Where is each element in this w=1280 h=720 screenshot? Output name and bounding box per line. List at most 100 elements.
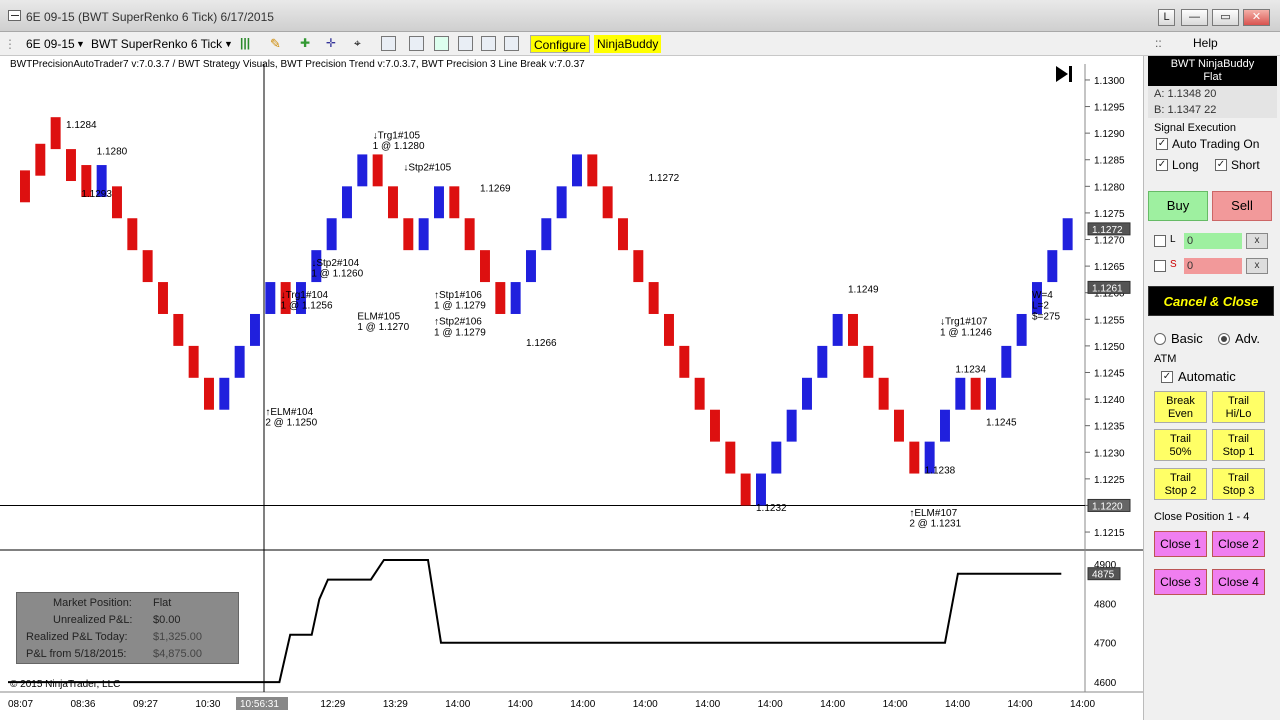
break-even-line1: Break <box>1166 395 1195 407</box>
price-axis-label: 1.1280 <box>1094 182 1125 193</box>
ask-quote: A: 1.1348 20 <box>1148 86 1277 102</box>
draw-pencil-icon[interactable]: ✎ <box>270 36 285 51</box>
unrealized-pnl-label: Unrealized P&L: <box>53 614 133 626</box>
renko-down-bar <box>173 313 184 346</box>
signal-label: ↓Stp2#104 <box>311 258 359 269</box>
title-bar[interactable]: 6E 09-15 (BWT SuperRenko 6 Tick) 6/17/20… <box>0 0 1280 32</box>
renko-up-bar <box>955 377 966 410</box>
signal-label: 1 @ 1.1279 <box>434 301 486 312</box>
basic-radio[interactable] <box>1154 333 1166 345</box>
ninjabuddy-panel: BWT NinjaBuddy Flat A: 1.1348 20 B: 1.13… <box>1143 56 1280 720</box>
short-qty-clear-button[interactable]: x <box>1246 258 1268 274</box>
signal-label: 1.1234 <box>955 364 986 375</box>
snapshot-icon[interactable] <box>381 36 396 51</box>
automatic-checkbox[interactable]: ✓ <box>1161 371 1173 383</box>
strategies-icon[interactable] <box>434 36 449 51</box>
renko-down-bar <box>602 186 613 219</box>
renko-up-bar <box>940 409 950 442</box>
price-axis-label: 1.1230 <box>1094 448 1125 459</box>
configure-button[interactable]: Configure <box>530 35 591 53</box>
bar-type-dropdown-icon[interactable]: ▼ <box>224 36 233 52</box>
help-menu[interactable]: Help <box>1193 36 1218 50</box>
pnl-axis-label: 4700 <box>1094 639 1117 650</box>
signal-label: 1.1249 <box>848 285 879 296</box>
close-4-button[interactable]: Close 4 <box>1212 569 1265 595</box>
time-axis-label: 09:27 <box>133 699 158 710</box>
renko-down-bar <box>863 345 874 378</box>
long-qty-clear-button[interactable]: x <box>1246 233 1268 249</box>
templates-icon[interactable] <box>458 36 473 51</box>
trail-stop2-line1: Trail <box>1170 472 1191 484</box>
zoom-icon[interactable]: ✛ <box>326 36 341 51</box>
trail-stop1-line2: Stop 1 <box>1222 446 1255 458</box>
instrument-dropdown-icon[interactable]: ▼ <box>76 36 85 52</box>
bar-style-icon[interactable]: ||| <box>240 36 255 51</box>
signal-label: ↑ELM#107 <box>909 508 957 519</box>
price-axis-label: 1.1250 <box>1094 342 1125 353</box>
signal-label: 1 @ 1.1280 <box>373 141 425 152</box>
long-label: Long <box>1172 158 1199 172</box>
instrument-selector[interactable]: 6E 09-15 <box>26 36 75 52</box>
close-position-label: Close Position 1 - 4 <box>1154 511 1250 523</box>
renko-up-bar <box>250 313 260 346</box>
crosshair-icon[interactable]: ⌖ <box>354 36 369 51</box>
short-qty-field[interactable]: 0 <box>1184 258 1242 274</box>
renko-down-bar <box>648 282 659 314</box>
trail-stop1-button[interactable]: Trail Stop 1 <box>1212 429 1265 461</box>
trail-50-line2: 50% <box>1169 446 1192 458</box>
renko-down-bar <box>372 154 383 187</box>
short-qty-checkbox[interactable] <box>1154 260 1166 272</box>
bar-type-selector[interactable]: BWT SuperRenko 6 Tick <box>91 36 222 52</box>
long-checkbox[interactable]: ✓ <box>1156 159 1168 171</box>
properties-icon[interactable] <box>481 36 496 51</box>
cancel-and-close-button[interactable]: Cancel & Close <box>1148 286 1274 316</box>
close-2-button[interactable]: Close 2 <box>1212 531 1265 557</box>
close-1-button[interactable]: Close 1 <box>1154 531 1207 557</box>
data-box-icon[interactable] <box>504 36 519 51</box>
renko-down-bar <box>495 282 506 314</box>
minimize-button[interactable]: — <box>1181 9 1208 26</box>
trail-stop3-line1: Trail <box>1228 472 1249 484</box>
renko-up-bar <box>265 282 276 314</box>
long-qty-checkbox[interactable] <box>1154 235 1166 247</box>
price-axis-label: 1.1270 <box>1094 236 1125 247</box>
close-window-button[interactable]: ✕ <box>1243 9 1270 26</box>
indicators-icon[interactable] <box>409 36 424 51</box>
renko-up-bar <box>541 218 552 251</box>
crosshair-plus-icon[interactable]: ✚ <box>300 36 315 51</box>
price-axis-label: 1.1285 <box>1094 156 1125 167</box>
link-button[interactable]: L <box>1158 9 1175 26</box>
maximize-button[interactable]: ▭ <box>1212 9 1239 26</box>
renko-up-bar <box>434 186 444 219</box>
sell-button[interactable]: Sell <box>1212 191 1272 221</box>
trail-stop2-line2: Stop 2 <box>1164 485 1197 497</box>
price-axis-label: 1.1290 <box>1094 129 1125 140</box>
long-qty-field[interactable]: 0 <box>1184 233 1242 249</box>
auto-trading-checkbox[interactable]: ✓ <box>1156 138 1168 150</box>
renko-down-bar <box>204 377 214 410</box>
price-axis-label: 1.1215 <box>1094 528 1125 539</box>
signal-label: 1.1272 <box>649 173 680 184</box>
trail-hilo-button[interactable]: Trail Hi/Lo <box>1212 391 1265 423</box>
time-axis-label: 14:00 <box>695 699 720 710</box>
signal-label: 1 @ 1.1279 <box>434 327 486 338</box>
renko-down-bar <box>403 218 414 251</box>
renko-down-bar <box>894 409 904 442</box>
ninjatrader-window: 6E 09-15 (BWT SuperRenko 6 Tick) 6/17/20… <box>0 0 1280 720</box>
time-axis-label: 14:00 <box>633 699 658 710</box>
short-checkbox[interactable]: ✓ <box>1215 159 1227 171</box>
renko-down-bar <box>388 186 398 219</box>
renko-down-bar <box>158 282 168 314</box>
signal-label: ↑Stp1#106 <box>434 290 482 301</box>
close-3-button[interactable]: Close 3 <box>1154 569 1207 595</box>
ninjabuddy-button[interactable]: NinjaBuddy <box>594 35 662 53</box>
trail-50-button[interactable]: Trail 50% <box>1154 429 1207 461</box>
buy-button[interactable]: Buy <box>1148 191 1208 221</box>
signal-label: 1.1280 <box>97 146 128 157</box>
trail-stop2-button[interactable]: Trail Stop 2 <box>1154 468 1207 500</box>
break-even-button[interactable]: Break Even <box>1154 391 1207 423</box>
trail-stop1-line1: Trail <box>1228 433 1249 445</box>
trail-stop3-button[interactable]: Trail Stop 3 <box>1212 468 1265 500</box>
adv-radio[interactable] <box>1218 333 1230 345</box>
pnl-from-value: $4,875.00 <box>153 648 202 660</box>
